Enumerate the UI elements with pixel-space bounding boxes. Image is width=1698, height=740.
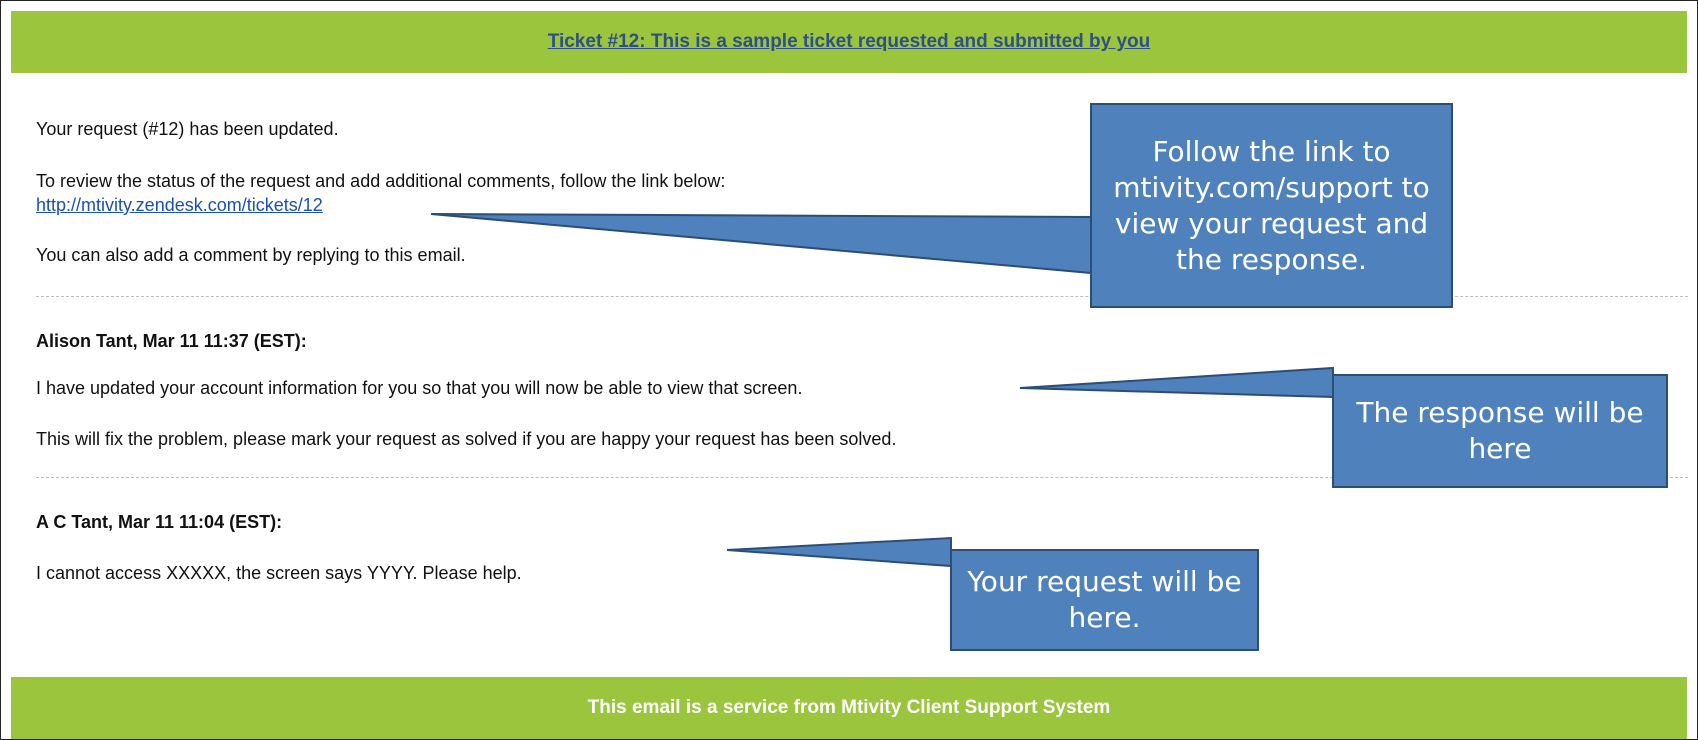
callout-pointer-request bbox=[726, 536, 952, 568]
callout-request: Your request will be here. bbox=[950, 549, 1259, 651]
callout-link: Follow the link to mtivity.com/support t… bbox=[1090, 103, 1453, 308]
callout-response-text: The response will be here bbox=[1356, 396, 1644, 465]
callout-pointer-link bbox=[430, 213, 1092, 275]
callout-response: The response will be here bbox=[1332, 374, 1668, 488]
callout-pointer-response bbox=[1019, 366, 1334, 399]
callout-request-text: Your request will be here. bbox=[967, 565, 1242, 634]
callout-link-text: Follow the link to mtivity.com/support t… bbox=[1113, 134, 1430, 276]
email-frame: Ticket #12: This is a sample ticket requ… bbox=[0, 0, 1698, 740]
